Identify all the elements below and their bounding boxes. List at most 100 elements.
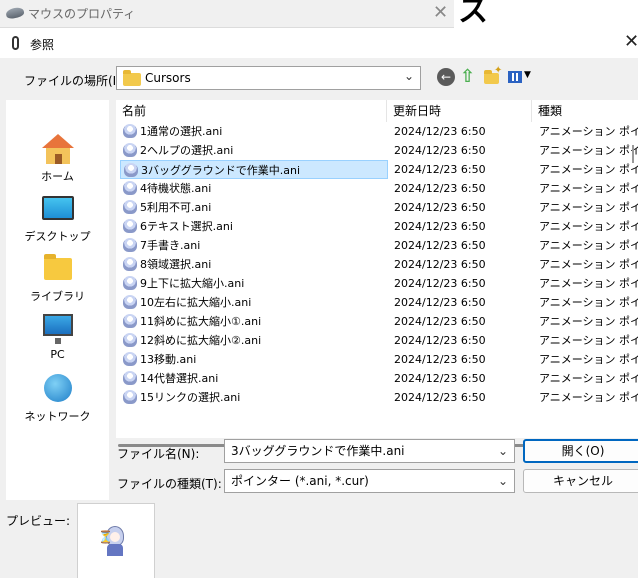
file-name-text: 14代替選択.ani [140, 372, 219, 385]
place-network[interactable]: ネットワーク [6, 370, 109, 426]
mouse-icon [5, 6, 25, 20]
file-type-cell: アニメーション ポインター [539, 334, 638, 347]
place-label: ネットワーク [24, 410, 91, 423]
file-name-text: 11斜めに拡大縮小①.ani [140, 315, 262, 328]
column-header-name[interactable]: 名前 [116, 100, 387, 122]
open-button[interactable]: 開く(O) [523, 439, 638, 463]
file-row[interactable]: 10左右に拡大縮小.ani 2024/12/23 6:50 アニメーション ポインタ… [116, 293, 638, 312]
animated-cursor-icon [123, 219, 137, 233]
place-label: デスクトップ [24, 230, 91, 243]
file-row[interactable]: 7手書き.ani 2024/12/23 6:50 アニメーション ポインター [116, 236, 638, 255]
chevron-down-icon[interactable]: ⌄ [498, 440, 508, 462]
view-menu-icon[interactable]: ▼ [508, 68, 531, 86]
file-name-cell: 14代替選択.ani [120, 369, 388, 388]
animated-cursor-icon [123, 314, 137, 328]
animated-cursor-icon [123, 181, 137, 195]
animated-cursor-icon [123, 352, 137, 366]
file-row[interactable]: 9上下に拡大縮小.ani 2024/12/23 6:50 アニメーション ポインター [116, 274, 638, 293]
file-date-cell: 2024/12/23 6:50 [394, 144, 486, 157]
place-libraries[interactable]: ライブラリ [6, 250, 109, 306]
file-name-text: 5利用不可.ani [140, 201, 212, 214]
file-name-cell: 8領域選択.ani [120, 255, 388, 274]
file-date-cell: 2024/12/23 6:50 [394, 220, 486, 233]
file-row[interactable]: 14代替選択.ani 2024/12/23 6:50 アニメーション ポインター [116, 369, 638, 388]
file-name-text: 6テキスト選択.ani [140, 220, 233, 233]
chevron-down-icon: ⌄ [403, 69, 414, 83]
file-name-text: 10左右に拡大縮小.ani [140, 296, 252, 309]
file-name-cell: 5利用不可.ani [120, 198, 388, 217]
file-name-cell: 13移動.ani [120, 350, 388, 369]
file-row[interactable]: 6テキスト選択.ani 2024/12/23 6:50 アニメーション ポインター [116, 217, 638, 236]
file-date-cell: 2024/12/23 6:50 [394, 182, 486, 195]
file-name-cell: 9上下に拡大縮小.ani [120, 274, 388, 293]
file-row[interactable]: 12斜めに拡大縮小②.ani 2024/12/23 6:50 アニメーション ポイン… [116, 331, 638, 350]
animated-cursor-icon [123, 257, 137, 271]
file-name-input[interactable]: 3バッググラウンドで作業中.ani ⌄ [224, 439, 515, 463]
file-row[interactable]: 4待機状態.ani 2024/12/23 6:50 アニメーション ポインター [116, 179, 638, 198]
cursor-preview-icon: ⏳ [98, 524, 130, 556]
file-type-cell: アニメーション ポインター [539, 315, 638, 328]
look-in-label: ファイルの場所(I): [24, 74, 125, 88]
file-type-cell: アニメーション ポインター [539, 144, 638, 157]
file-name-text: 4待機状態.ani [140, 182, 212, 195]
file-row[interactable]: 8領域選択.ani 2024/12/23 6:50 アニメーション ポインター [116, 255, 638, 274]
column-header-type[interactable]: 種類 [532, 100, 638, 122]
dialog-close-icon[interactable]: ✕ [624, 31, 638, 52]
file-date-cell: 2024/12/23 6:50 [394, 125, 486, 138]
file-type-cell: アニメーション ポインター [539, 239, 638, 252]
home-icon [42, 134, 74, 166]
file-date-cell: 2024/12/23 6:50 [394, 353, 486, 366]
file-name-cell: 11斜めに拡大縮小①.ani [120, 312, 388, 331]
file-date-cell: 2024/12/23 6:50 [394, 296, 486, 309]
browse-dialog: 参照 ✕ ファイルの場所(I): Cursors ⌄ ← ⇧ ✦ ▼ ホーム デ… [0, 28, 638, 578]
file-row[interactable]: 15リンクの選択.ani 2024/12/23 6:50 アニメーション ポインター [116, 388, 638, 407]
folder-icon [123, 70, 141, 86]
file-type-dropdown[interactable]: ポインター (*.ani, *.cur) ⌄ [224, 469, 515, 493]
file-date-cell: 2024/12/23 6:50 [394, 372, 486, 385]
animated-cursor-icon [124, 163, 138, 177]
file-list: 名前 更新日時 種類 1通常の選択.ani 2024/12/23 6:50 アニメー… [116, 100, 638, 438]
file-name-text: 7手書き.ani [140, 239, 201, 252]
file-row[interactable]: 13移動.ani 2024/12/23 6:50 アニメーション ポインター [116, 350, 638, 369]
preview-pane: ⏳ [77, 503, 155, 578]
mouse-outline-icon [12, 36, 19, 50]
file-type-cell: アニメーション ポインター [539, 353, 638, 366]
background-close-icon[interactable]: ✕ [433, 2, 448, 23]
monitor-icon [43, 314, 73, 344]
animated-cursor-icon [123, 371, 137, 385]
place-home[interactable]: ホーム [6, 130, 109, 186]
vertical-scrollbar[interactable] [632, 145, 634, 163]
new-folder-icon[interactable]: ✦ [484, 65, 502, 86]
place-pc[interactable]: PC [6, 310, 109, 366]
back-arrow-icon[interactable]: ← [437, 68, 455, 86]
file-row[interactable]: 5利用不可.ani 2024/12/23 6:50 アニメーション ポインター [116, 198, 638, 217]
file-name-cell: 10左右に拡大縮小.ani [120, 293, 388, 312]
file-type-cell: アニメーション ポインター [539, 277, 638, 290]
up-folder-icon[interactable]: ⇧ [460, 68, 478, 86]
place-desktop[interactable]: デスクトップ [6, 190, 109, 246]
cancel-button[interactable]: キャンセル [523, 469, 638, 493]
chevron-down-icon: ⌄ [497, 474, 508, 488]
look-in-dropdown[interactable]: Cursors ⌄ [116, 66, 421, 90]
file-type-value: ポインター (*.ani, *.cur) [231, 474, 369, 488]
column-header-date[interactable]: 更新日時 [387, 100, 532, 122]
file-type-cell: アニメーション ポインター [539, 296, 638, 309]
file-name-cell: 4待機状態.ani [120, 179, 388, 198]
background-large-text: ス [454, 0, 638, 29]
file-date-cell: 2024/12/23 6:50 [394, 315, 486, 328]
animated-cursor-icon [123, 276, 137, 290]
animated-cursor-icon [123, 333, 137, 347]
file-type-cell: アニメーション ポインター [539, 372, 638, 385]
file-type-cell: アニメーション ポインター [539, 220, 638, 233]
places-bar: ホーム デスクトップ ライブラリ PC ネットワーク [6, 100, 109, 500]
file-row[interactable]: 11斜めに拡大縮小①.ani 2024/12/23 6:50 アニメーション ポイン… [116, 312, 638, 331]
file-row[interactable]: 2ヘルプの選択.ani 2024/12/23 6:50 アニメーション ポインター [116, 141, 638, 160]
file-name-text: 1通常の選択.ani [140, 125, 223, 138]
file-date-cell: 2024/12/23 6:50 [394, 277, 486, 290]
look-in-value: Cursors [145, 71, 191, 85]
file-row[interactable]: 3バッググラウンドで作業中.ani 2024/12/23 6:50 アニメーション … [116, 160, 638, 179]
place-label: ライブラリ [30, 290, 85, 303]
file-rows: 1通常の選択.ani2024/12/23 6:50アニメーション ポインター2ヘ… [116, 122, 638, 407]
file-row[interactable]: 1通常の選択.ani 2024/12/23 6:50 アニメーション ポインター [116, 122, 638, 141]
file-type-cell: アニメーション ポインター [539, 258, 638, 271]
